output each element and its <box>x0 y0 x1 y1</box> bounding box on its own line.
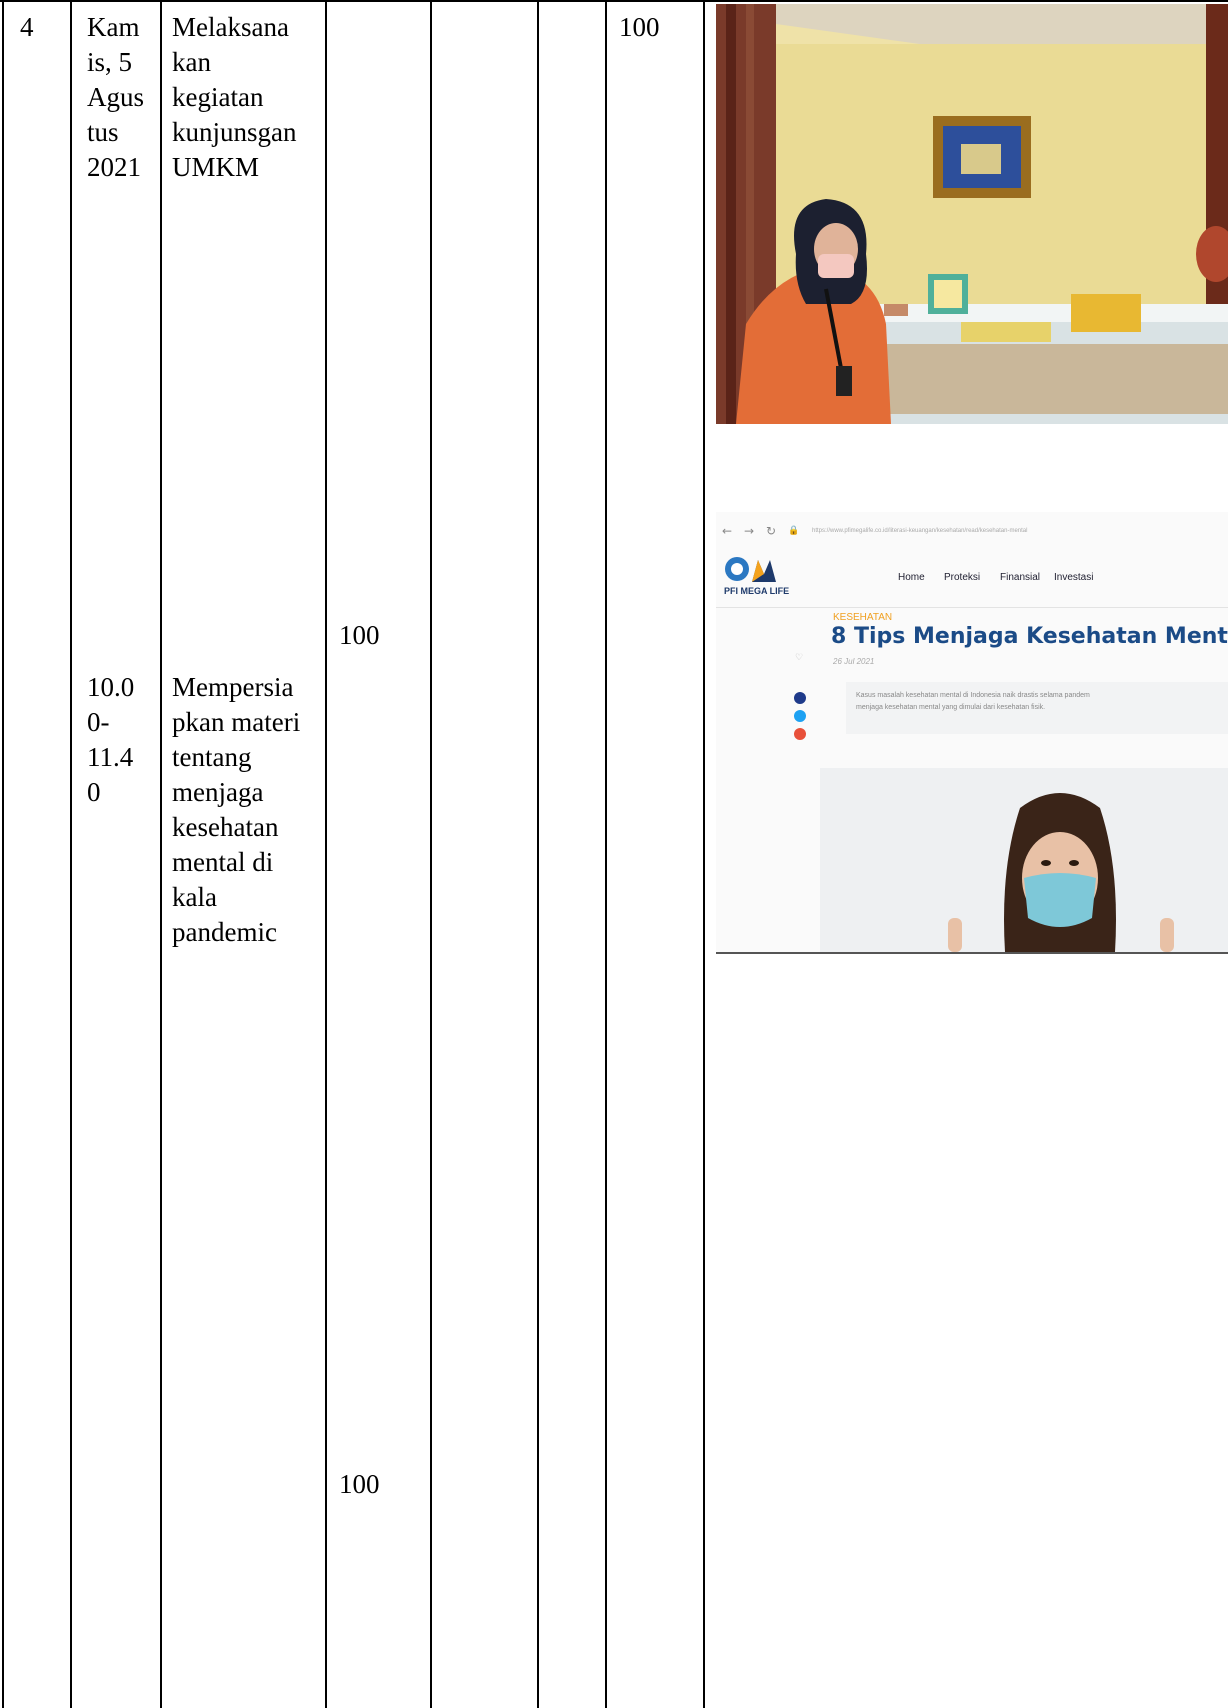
umkm-visit-photo <box>716 4 1228 424</box>
facebook-icon <box>794 692 806 704</box>
table-divider <box>703 0 705 1708</box>
forward-icon: → <box>744 524 755 538</box>
table-divider <box>70 0 72 1708</box>
share-buttons: ♡ <box>782 652 820 742</box>
activity-visit: Melaksana kan kegiatan kunjunsgan UMKM <box>172 12 297 182</box>
lock-icon: 🔒 <box>788 526 800 536</box>
table-divider <box>160 0 162 1708</box>
table-divider <box>537 0 539 1708</box>
reload-icon: ↻ <box>766 524 777 538</box>
table-divider <box>430 0 432 1708</box>
article-summary: Kasus masalah kesehatan mental di Indone… <box>846 682 1228 734</box>
activity-prepare-material: Mempersia pkan materi tentang menjaga ke… <box>172 672 301 947</box>
nav-finansial: Finansial <box>1000 572 1041 583</box>
url-text: https://www.pfimegalife.co.id/literasi-k… <box>812 528 1028 534</box>
pfi-logo-icon <box>725 557 776 582</box>
heart-icon: ♡ <box>795 652 804 662</box>
summary-line-2: menjaga kesehatan mental yang dimulai da… <box>856 704 1046 711</box>
article-date: 26 Jul 2021 <box>833 657 875 666</box>
plus-icon <box>794 728 806 740</box>
browser-address-bar: ← → ↻ 🔒 https://www.pfimegalife.co.id/li… <box>716 520 1228 542</box>
table-divider <box>605 0 607 1708</box>
table-divider <box>325 0 327 1708</box>
nav-investasi: Investasi <box>1054 572 1094 583</box>
umkm-visit-illustration <box>716 4 1228 424</box>
nav-proteksi: Proteksi <box>944 572 981 583</box>
progress-mid: 100 <box>339 620 380 650</box>
nav-home: Home <box>898 572 925 583</box>
twitter-icon <box>794 710 806 722</box>
article-hero-image <box>820 768 1228 952</box>
pfi-logo: PFI MEGA LIFE <box>724 556 804 596</box>
table-border-top <box>0 0 1228 2</box>
logo-text: PFI MEGA LIFE <box>724 586 790 596</box>
header-divider <box>716 607 1228 608</box>
day-date: Kam is, 5 Agus tus 2021 <box>87 12 145 182</box>
website-screenshot: ← → ↻ 🔒 https://www.pfimegalife.co.id/li… <box>716 512 1228 954</box>
article-category: KESEHATAN <box>833 612 893 623</box>
table-border-left <box>2 0 4 1708</box>
article-title: 8 Tips Menjaga Kesehatan Mental di Ma <box>831 624 1228 649</box>
back-icon: ← <box>722 524 733 538</box>
row-number: 4 <box>20 12 34 42</box>
progress-top: 100 <box>619 12 660 42</box>
progress-bottom: 100 <box>339 1469 380 1499</box>
time-range: 10.0 0- 11.4 0 <box>87 672 135 807</box>
masked-woman-illustration <box>820 768 1228 952</box>
summary-line-1: Kasus masalah kesehatan mental di Indone… <box>856 692 1090 699</box>
